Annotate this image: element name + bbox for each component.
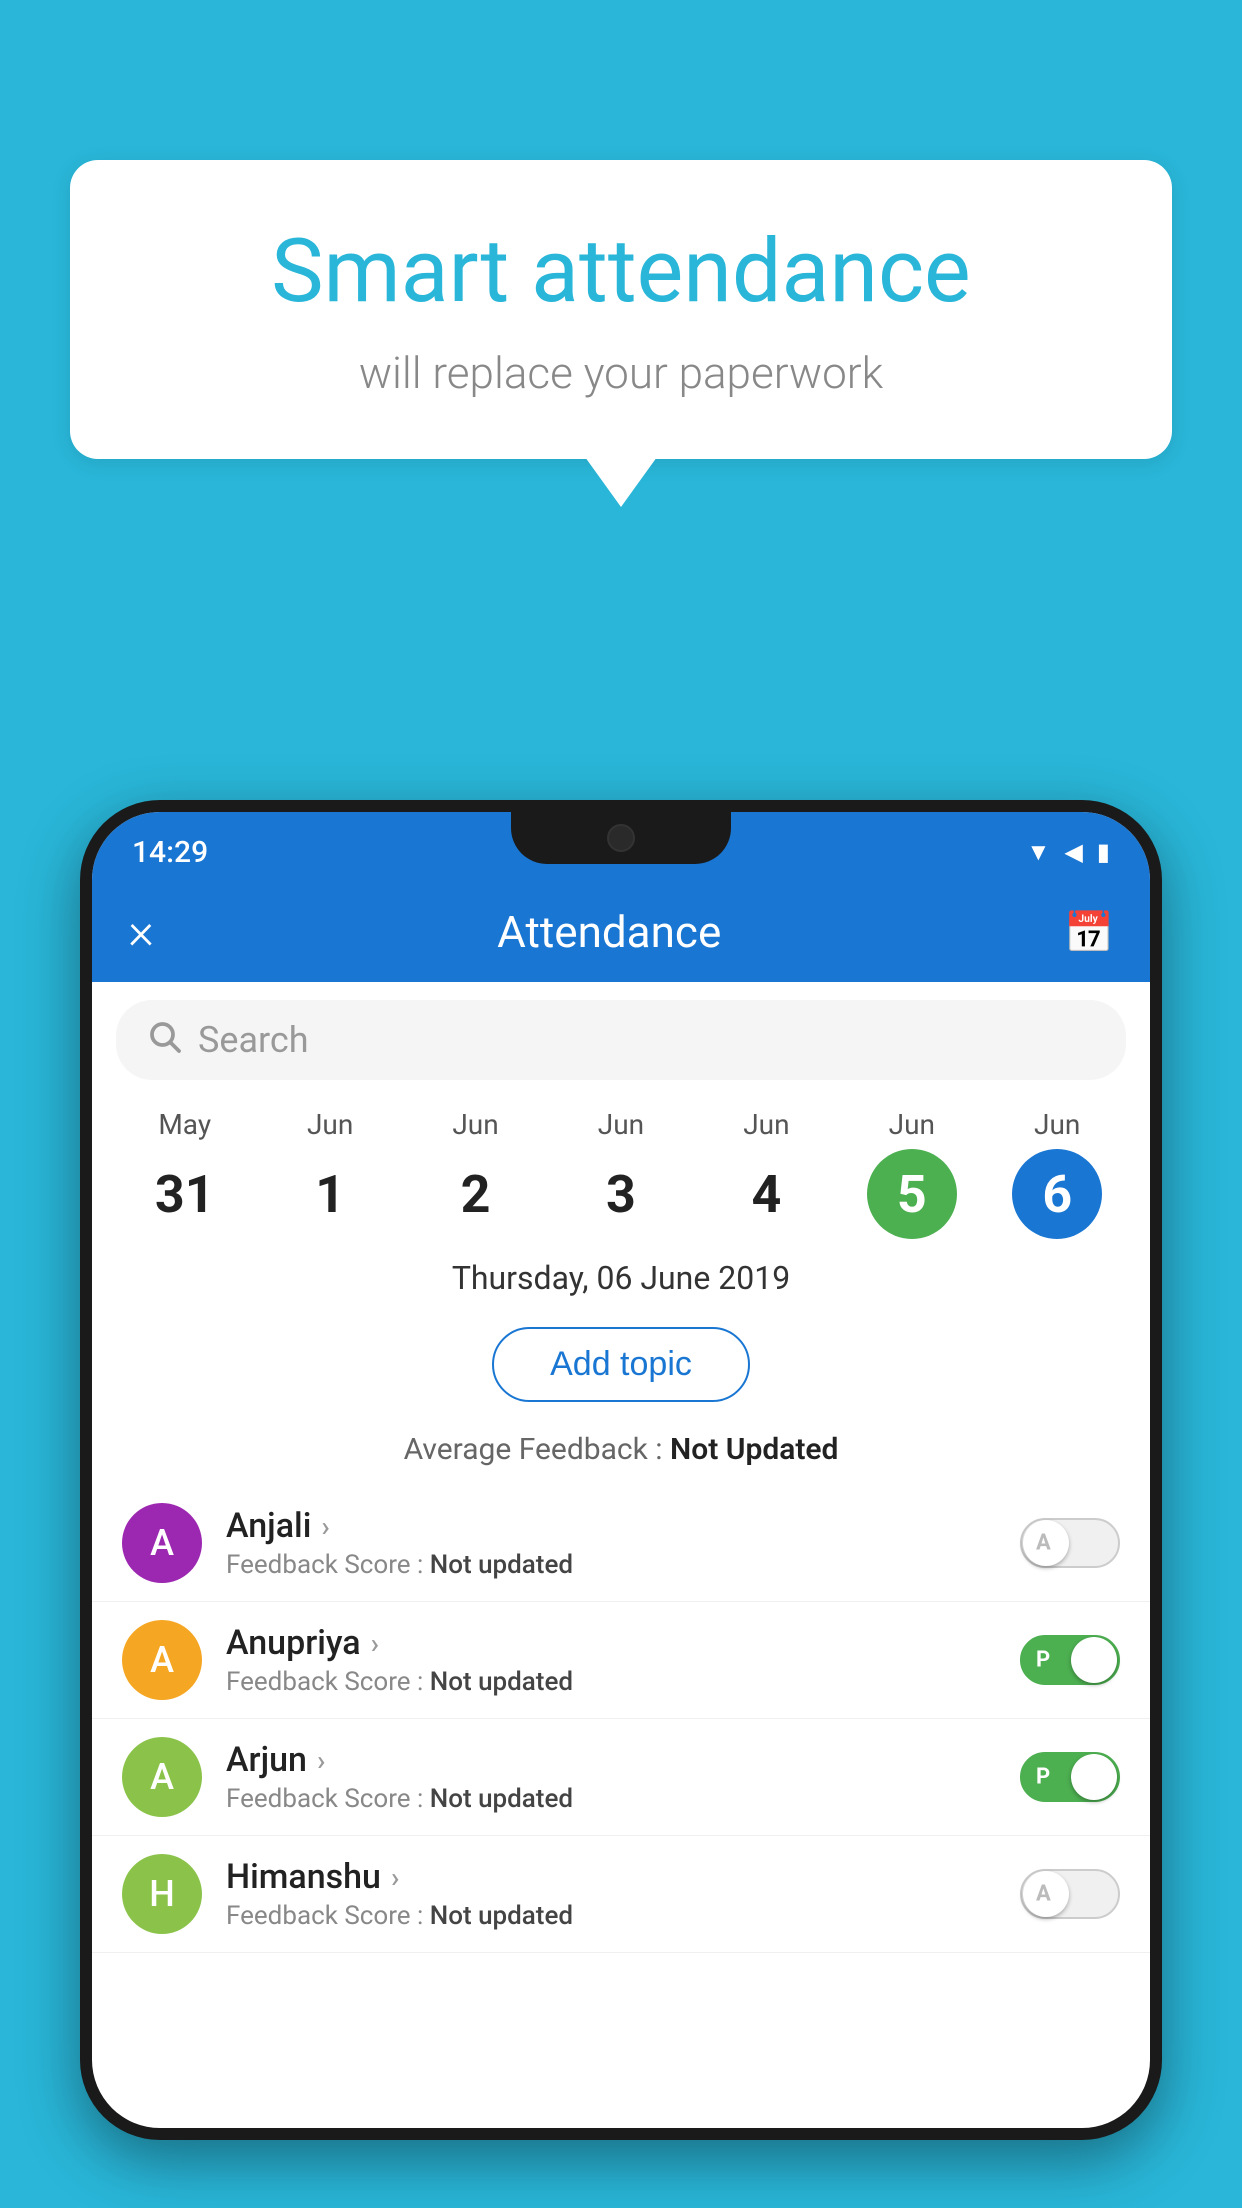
- cal-day-number: 2: [431, 1149, 521, 1239]
- chevron-icon: ›: [391, 1861, 399, 1894]
- toggle-thumb: [1071, 1754, 1117, 1800]
- cal-day-number: 3: [576, 1149, 666, 1239]
- calendar-day[interactable]: Jun 2: [431, 1108, 521, 1239]
- speech-bubble-title: Smart attendance: [130, 220, 1112, 323]
- student-name: Himanshu ›: [226, 1857, 1020, 1897]
- attendance-toggle[interactable]: P: [1020, 1752, 1120, 1802]
- header-title: Attendance: [497, 906, 721, 958]
- attendance-toggle[interactable]: A: [1020, 1869, 1120, 1919]
- search-bar[interactable]: Search: [116, 1000, 1126, 1080]
- toggle-label: P: [1036, 1648, 1050, 1673]
- student-avatar: A: [122, 1737, 202, 1817]
- status-icons: ▼ ◀ ▮: [1027, 838, 1110, 867]
- toggle-label: P: [1036, 1765, 1050, 1790]
- speech-bubble-container: Smart attendance will replace your paper…: [70, 160, 1172, 507]
- chevron-icon: ›: [371, 1627, 379, 1660]
- toggle-thumb: [1071, 1637, 1117, 1683]
- cal-month-label: Jun: [1034, 1108, 1080, 1141]
- close-button[interactable]: ×: [128, 903, 154, 961]
- calendar-day[interactable]: Jun 6: [1012, 1108, 1102, 1239]
- cal-day-number: 4: [721, 1149, 811, 1239]
- feedback-score: Feedback Score : Not updated: [226, 1550, 1020, 1580]
- feedback-score: Feedback Score : Not updated: [226, 1901, 1020, 1931]
- calendar-day[interactable]: Jun 3: [576, 1108, 666, 1239]
- search-placeholder: Search: [198, 1019, 309, 1061]
- toggle-switch[interactable]: P: [1020, 1635, 1120, 1685]
- cal-month-label: May: [158, 1108, 211, 1141]
- avg-feedback-value: Not Updated: [670, 1432, 838, 1467]
- calendar-day[interactable]: May 31: [140, 1108, 230, 1239]
- phone-frame: 14:29 ▼ ◀ ▮ × Attendance 📅: [80, 800, 1162, 2140]
- toggle-switch[interactable]: A: [1020, 1869, 1120, 1919]
- student-avatar: A: [122, 1620, 202, 1700]
- speech-bubble-subtitle: will replace your paperwork: [130, 347, 1112, 399]
- cal-day-number: 31: [140, 1149, 230, 1239]
- average-feedback: Average Feedback : Not Updated: [92, 1432, 1150, 1467]
- cal-month-label: Jun: [307, 1108, 353, 1141]
- selected-date: Thursday, 06 June 2019: [92, 1259, 1150, 1297]
- student-name: Anupriya ›: [226, 1623, 1020, 1663]
- student-item[interactable]: A Anupriya › Feedback Score : Not updated P: [92, 1602, 1150, 1719]
- student-item[interactable]: H Himanshu › Feedback Score : Not updated A: [92, 1836, 1150, 1953]
- cal-month-label: Jun: [598, 1108, 644, 1141]
- speech-bubble: Smart attendance will replace your paper…: [70, 160, 1172, 459]
- status-time: 14:29: [132, 835, 208, 870]
- add-topic-button[interactable]: Add topic: [492, 1327, 750, 1402]
- cal-day-number: 6: [1012, 1149, 1102, 1239]
- student-info: Himanshu › Feedback Score : Not updated: [226, 1857, 1020, 1931]
- toggle-label: A: [1036, 1531, 1051, 1556]
- toggle-switch[interactable]: P: [1020, 1752, 1120, 1802]
- student-info: Arjun › Feedback Score : Not updated: [226, 1740, 1020, 1814]
- chevron-icon: ›: [321, 1510, 329, 1543]
- calendar-strip: May 31 Jun 1 Jun 2 Jun 3 Jun 4 Jun 5 Jun 6: [92, 1098, 1150, 1239]
- student-list: AAnjali ›Feedback Score : Not updatedAAA…: [92, 1485, 1150, 2128]
- cal-day-number: 1: [285, 1149, 375, 1239]
- student-item[interactable]: A Arjun › Feedback Score : Not updated P: [92, 1719, 1150, 1836]
- calendar-icon[interactable]: 📅: [1064, 909, 1114, 956]
- phone-screen: 14:29 ▼ ◀ ▮ × Attendance 📅: [92, 812, 1150, 2128]
- avg-feedback-label: Average Feedback :: [404, 1432, 663, 1467]
- calendar-day[interactable]: Jun 4: [721, 1108, 811, 1239]
- chevron-icon: ›: [317, 1744, 325, 1777]
- toggle-switch[interactable]: A: [1020, 1518, 1120, 1568]
- attendance-toggle[interactable]: P: [1020, 1635, 1120, 1685]
- battery-icon: ▮: [1097, 838, 1110, 866]
- student-info: Anjali › Feedback Score : Not updated: [226, 1506, 1020, 1580]
- attendance-toggle[interactable]: A: [1020, 1518, 1120, 1568]
- student-name: Arjun ›: [226, 1740, 1020, 1780]
- cal-month-label: Jun: [743, 1108, 789, 1141]
- feedback-score: Feedback Score : Not updated: [226, 1784, 1020, 1814]
- feedback-score: Feedback Score : Not updated: [226, 1667, 1020, 1697]
- calendar-day[interactable]: Jun 5: [867, 1108, 957, 1239]
- toggle-label: A: [1036, 1882, 1051, 1907]
- calendar-day[interactable]: Jun 1: [285, 1108, 375, 1239]
- student-avatar: H: [122, 1854, 202, 1934]
- bubble-tail: [585, 457, 657, 507]
- phone-camera: [607, 824, 635, 852]
- signal-icon: ◀: [1064, 838, 1082, 866]
- student-name: Anjali ›: [226, 1506, 1020, 1546]
- student-info: Anupriya › Feedback Score : Not updated: [226, 1623, 1020, 1697]
- student-avatar: A: [122, 1503, 202, 1583]
- student-item[interactable]: A Anjali › Feedback Score : Not updated A: [92, 1485, 1150, 1602]
- app-header: × Attendance 📅: [92, 882, 1150, 982]
- cal-month-label: Jun: [889, 1108, 935, 1141]
- cal-month-label: Jun: [452, 1108, 498, 1141]
- wifi-icon: ▼: [1027, 838, 1051, 867]
- phone-container: 14:29 ▼ ◀ ▮ × Attendance 📅: [80, 800, 1162, 2208]
- cal-day-number: 5: [867, 1149, 957, 1239]
- search-icon: [146, 1018, 182, 1063]
